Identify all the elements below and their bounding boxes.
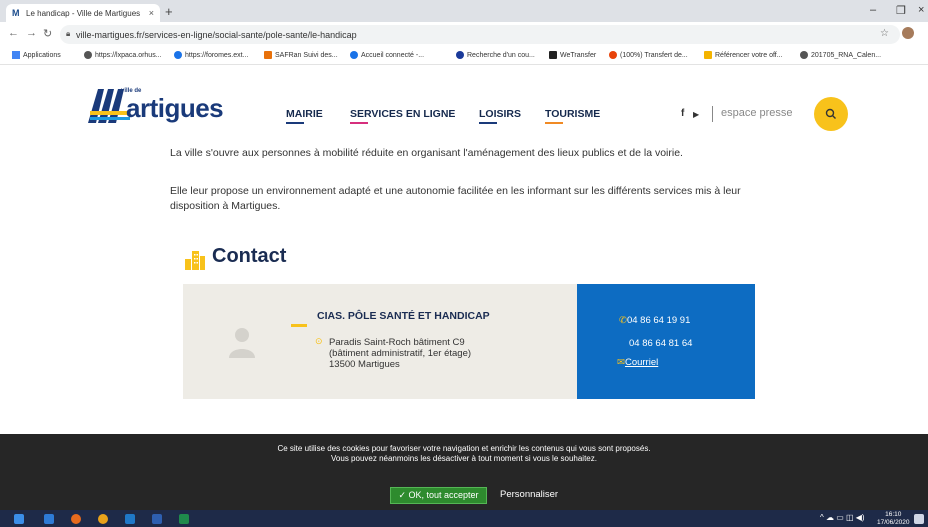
address-line: (bâtiment administratif, 1er étage) xyxy=(329,348,472,359)
profile-avatar[interactable] xyxy=(902,27,914,39)
phone-2[interactable]: 04 86 64 81 64 xyxy=(629,338,692,349)
cookie-banner: Ce site utilise des cookies pour favoris… xyxy=(0,434,928,510)
site-icon xyxy=(264,51,272,59)
minimize-window-button[interactable]: – xyxy=(870,4,876,16)
menu-mairie[interactable]: MAIRIE xyxy=(286,108,323,124)
press-link[interactable]: espace presse xyxy=(721,107,793,119)
taskbar-clock[interactable]: 16:10 17/06/2020 xyxy=(877,511,910,527)
bookmark-item[interactable]: Recherche d'un cou... xyxy=(456,51,535,59)
phone-1[interactable]: ✆04 86 64 19 91 xyxy=(619,315,690,326)
close-tab-icon[interactable]: × xyxy=(149,8,154,18)
bookmark-item[interactable]: Applications xyxy=(12,51,61,59)
site-logo[interactable]: ville de artigues xyxy=(88,85,238,127)
windows-start-icon[interactable] xyxy=(14,514,24,524)
firefox-icon[interactable] xyxy=(71,514,81,524)
menu-underline xyxy=(286,122,304,124)
intro-paragraph-1: La ville s'ouvre aux personnes à mobilit… xyxy=(170,147,683,159)
person-placeholder-icon xyxy=(229,328,255,358)
contact-heading: Contact xyxy=(212,245,287,267)
menu-underline xyxy=(350,122,368,124)
building-icon xyxy=(185,251,205,270)
customize-cookies-button[interactable]: Personnaliser xyxy=(500,489,558,500)
site-icon xyxy=(350,51,358,59)
youtube-icon[interactable]: ▶ xyxy=(693,110,699,119)
menu-underline xyxy=(479,122,497,124)
site-favicon-icon: M xyxy=(12,7,20,18)
wetransfer-icon xyxy=(549,51,557,59)
accept-cookies-button[interactable]: ✓ OK, tout accepter xyxy=(390,487,487,504)
contact-details-panel: ✆04 86 64 19 91 04 86 64 81 64 ✉Courriel xyxy=(577,284,755,399)
bookmark-star-icon[interactable]: ☆ xyxy=(880,28,889,39)
globe-icon xyxy=(800,51,808,59)
address-bar-row: ← → ↻ 🔒︎ ville-martigues.fr/services-en-… xyxy=(0,22,928,47)
browser-tab-strip: M Le handicap - Ville de Martigues × + –… xyxy=(0,0,928,22)
menu-loisirs[interactable]: LOISIRS xyxy=(479,108,521,124)
reload-icon[interactable]: ↻ xyxy=(43,27,52,40)
address-line: Paradis Saint-Roch bâtiment C9 xyxy=(329,337,465,348)
file-explorer-icon[interactable] xyxy=(44,514,54,524)
search-icon xyxy=(825,108,836,119)
maximize-window-button[interactable]: ❐ xyxy=(896,4,906,17)
menu-services-en-ligne[interactable]: SERVICES EN LIGNE xyxy=(350,108,455,124)
header-separator xyxy=(712,106,713,122)
bookmark-item[interactable]: 201705_RNA_Calen... xyxy=(800,51,881,59)
cookie-message: Ce site utilise des cookies pour favoris… xyxy=(277,444,651,463)
site-icon xyxy=(609,51,617,59)
facebook-icon[interactable]: f xyxy=(681,108,684,119)
accent-dash xyxy=(291,324,307,327)
tab-title: Le handicap - Ville de Martigues xyxy=(26,8,141,18)
lock-icon: 🔒︎ xyxy=(66,29,71,38)
forward-arrow-icon[interactable]: → xyxy=(26,27,37,39)
chrome-icon[interactable] xyxy=(98,514,108,524)
globe-icon xyxy=(84,51,92,59)
outlook-icon[interactable] xyxy=(125,514,135,524)
apps-grid-icon xyxy=(12,51,20,59)
bookmark-item[interactable]: SAFRan Suivi des... xyxy=(264,51,338,59)
address-line: 13500 Martigues xyxy=(329,359,400,370)
logo-name: artigues xyxy=(126,93,224,123)
phone-icon: ✆ xyxy=(619,315,627,326)
close-window-button[interactable]: × xyxy=(918,4,924,16)
bookmarks-bar: Applications https://lxpaca.orhus... htt… xyxy=(0,47,928,65)
menu-tourisme[interactable]: TOURISME xyxy=(545,108,600,124)
bookmark-item[interactable]: https://lxpaca.orhus... xyxy=(84,51,162,59)
site-icon xyxy=(174,51,182,59)
site-icon xyxy=(704,51,712,59)
system-tray-icons[interactable]: ^ ☁ ▭ ◫ ◀) xyxy=(820,513,865,522)
bookmark-item[interactable]: (100%) Transfert de... xyxy=(609,51,688,59)
browser-tab[interactable]: M Le handicap - Ville de Martigues × xyxy=(6,4,160,22)
envelope-icon: ✉ xyxy=(617,357,625,368)
notifications-icon[interactable] xyxy=(914,514,924,524)
new-tab-button[interactable]: + xyxy=(165,4,173,19)
location-pin-icon: ⊙ xyxy=(315,336,323,346)
organization-name: CIAS. PÔLE SANTÉ ET HANDICAP xyxy=(317,310,490,322)
search-button[interactable] xyxy=(814,97,848,131)
site-icon xyxy=(456,51,464,59)
windows-taskbar: ^ ☁ ▭ ◫ ◀) 16:10 17/06/2020 xyxy=(0,510,928,527)
bookmark-item[interactable]: https://foromes.ext... xyxy=(174,51,248,59)
bookmark-item[interactable]: WeTransfer xyxy=(549,51,596,59)
intro-paragraph-2: Elle leur propose un environnement adapt… xyxy=(170,185,741,212)
address-block: Paradis Saint-Roch bâtiment C9 (bâtiment… xyxy=(329,337,471,370)
word-icon[interactable] xyxy=(152,514,162,524)
url-text: ville-martigues.fr/services-en-ligne/soc… xyxy=(76,29,357,40)
back-arrow-icon[interactable]: ← xyxy=(8,27,19,39)
menu-underline xyxy=(545,122,563,124)
excel-icon[interactable] xyxy=(179,514,189,524)
email-link[interactable]: ✉Courriel xyxy=(617,357,658,368)
bookmark-item[interactable]: Accueil connecté -... xyxy=(350,51,424,59)
bookmark-item[interactable]: Référencer votre off... xyxy=(704,51,783,59)
url-field[interactable]: 🔒︎ ville-martigues.fr/services-en-ligne/… xyxy=(60,25,900,44)
